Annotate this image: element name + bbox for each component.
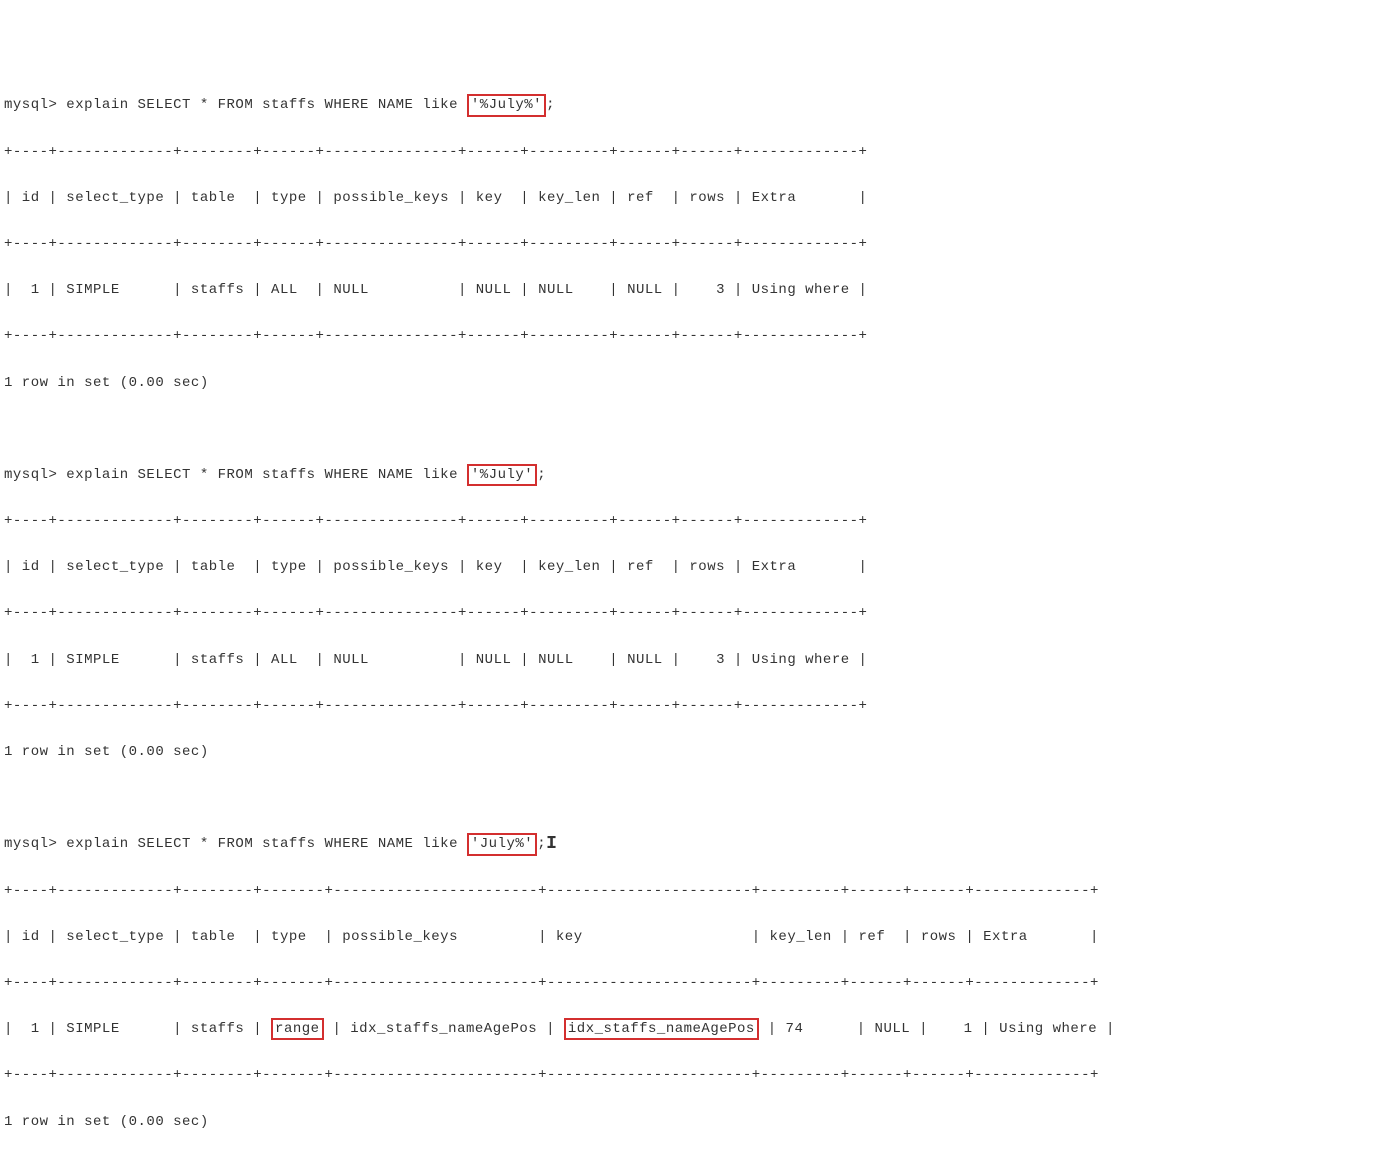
query-line-3: mysql> explain SELECT * FROM staffs WHER… xyxy=(4,833,1379,856)
table-header: | id | select_type | table | type | poss… xyxy=(4,926,1379,949)
table-row: | 1 | SIMPLE | staffs | range | idx_staf… xyxy=(4,1018,1379,1041)
query-suffix: ; xyxy=(546,97,555,113)
query-suffix: ; xyxy=(537,836,546,852)
query-suffix: ; xyxy=(537,467,546,483)
query-line-1: mysql> explain SELECT * FROM staffs WHER… xyxy=(4,94,1379,117)
table-separator: +----+-------------+--------+-------+---… xyxy=(4,880,1379,903)
result-footer: 1 row in set (0.00 sec) xyxy=(4,372,1379,395)
highlight-literal-3: 'July%' xyxy=(467,833,537,855)
query-prefix: mysql> explain SELECT * FROM staffs WHER… xyxy=(4,467,467,483)
result-footer: 1 row in set (0.00 sec) xyxy=(4,1111,1379,1134)
table-separator: +----+-------------+--------+------+----… xyxy=(4,510,1379,533)
table-separator: +----+-------------+--------+------+----… xyxy=(4,695,1379,718)
table-header: | id | select_type | table | type | poss… xyxy=(4,187,1379,210)
query-prefix: mysql> explain SELECT * FROM staffs WHER… xyxy=(4,836,467,852)
query-prefix: mysql> explain SELECT * FROM staffs WHER… xyxy=(4,97,467,113)
result-footer: 1 row in set (0.00 sec) xyxy=(4,741,1379,764)
highlight-literal-1: '%July%' xyxy=(467,94,546,116)
row-mid: | idx_staffs_nameAgePos | xyxy=(324,1021,564,1037)
table-separator: +----+-------------+--------+------+----… xyxy=(4,233,1379,256)
table-separator: +----+-------------+--------+------+----… xyxy=(4,141,1379,164)
blank-line xyxy=(4,418,1379,441)
blank-line xyxy=(4,787,1379,810)
query-line-2: mysql> explain SELECT * FROM staffs WHER… xyxy=(4,464,1379,487)
table-separator: +----+-------------+--------+-------+---… xyxy=(4,1064,1379,1087)
highlight-type-range: range xyxy=(271,1018,324,1040)
highlight-key-index: idx_staffs_nameAgePos xyxy=(564,1018,759,1040)
highlight-literal-2: '%July' xyxy=(467,464,537,486)
table-separator: +----+-------------+--------+-------+---… xyxy=(4,972,1379,995)
table-separator: +----+-------------+--------+------+----… xyxy=(4,602,1379,625)
table-separator: +----+-------------+--------+------+----… xyxy=(4,325,1379,348)
row-pre: | 1 | SIMPLE | staffs | xyxy=(4,1021,271,1037)
table-row: | 1 | SIMPLE | staffs | ALL | NULL | NUL… xyxy=(4,649,1379,672)
table-header: | id | select_type | table | type | poss… xyxy=(4,556,1379,579)
row-post: | 74 | NULL | 1 | Using where | xyxy=(759,1021,1115,1037)
table-row: | 1 | SIMPLE | staffs | ALL | NULL | NUL… xyxy=(4,279,1379,302)
